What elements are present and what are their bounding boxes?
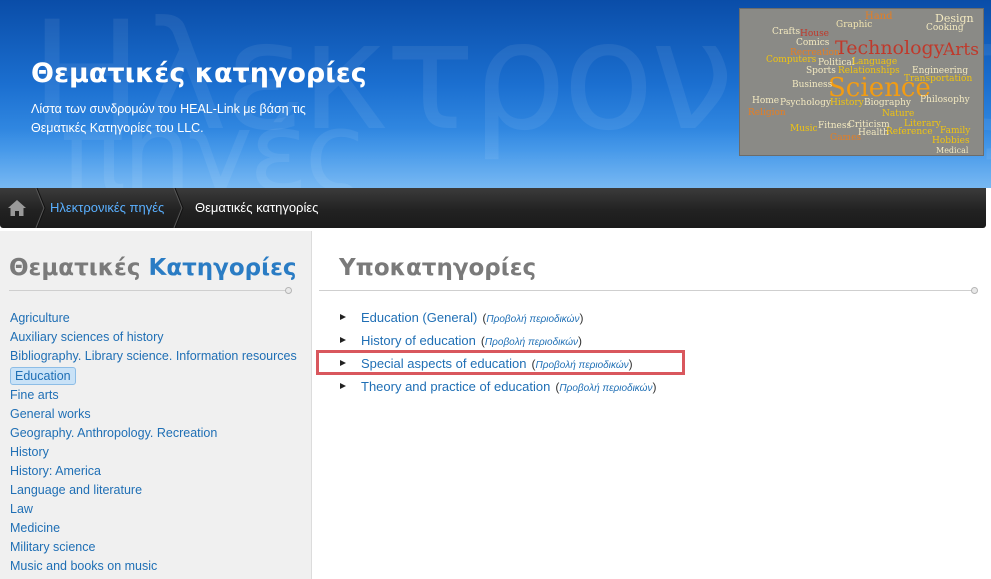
wordcloud-word: Medical [936,146,969,155]
wordcloud-word: Crafts [772,27,801,37]
wordcloud-word: Graphic [836,20,873,30]
category-item-label[interactable]: Education [10,367,76,385]
category-item[interactable]: Fine arts [10,386,300,405]
wordcloud-word: Music [790,124,818,134]
page-title: Θεματικές κατηγορίες [31,58,367,89]
subcategories-heading: Υποκατηγορίες [339,255,537,281]
category-item[interactable]: Geography. Anthropology. Recreation [10,424,300,443]
wordcloud-word: Religion [748,108,786,118]
subcategory-link[interactable]: Theory and practice of education [361,379,550,394]
category-item-selected[interactable]: Education [10,366,300,386]
divider [9,290,287,291]
category-item[interactable]: Law [10,500,300,519]
breadcrumb: Ηλεκτρονικές πηγές Θεματικές κατηγορίες [0,188,986,228]
view-journals-link[interactable]: Προβολή περιοδικών [486,314,579,325]
breadcrumb-link-electronic-sources[interactable]: Ηλεκτρονικές πηγές [50,200,164,215]
paren-close: ) [579,311,584,325]
bullet-arrow-icon [340,337,346,343]
category-item[interactable]: Medicine [10,519,300,538]
paren-close: ) [652,380,657,394]
wordcloud-word: Technology [835,37,945,59]
wordcloud-word: History [830,98,864,108]
site-header: Ηλεκτρονικές πηγές Θεματικές κατηγορίες … [0,0,991,188]
categories-heading: Θεματικές Κατηγορίες [9,255,297,281]
subcategory-link[interactable]: Education (General) [361,310,477,325]
wordcloud-word: Hand [865,11,893,22]
highlight-box [316,350,685,375]
wordcloud-word: Fitness [818,121,852,131]
wordcloud-word: Business [792,80,833,90]
categories-sidebar: Θεματικές Κατηγορίες Agriculture Auxiliar… [0,231,312,579]
paren-close: ) [578,334,583,348]
bullet-arrow-icon [340,314,346,320]
wordcloud-word: Psychology [780,98,831,108]
wordcloud-word: Family [940,126,971,136]
subcategory-item: Theory and practice of education (Προβολή… [340,377,656,400]
wordcloud-word: Games [830,133,862,143]
wordcloud-word: Biography [864,98,911,108]
category-item[interactable]: Music and books on music [10,557,300,576]
category-item[interactable]: Agriculture [10,309,300,328]
wordcloud-word: Philosophy [920,95,970,105]
divider [319,290,973,291]
wordcloud-word: Recreation [790,48,840,58]
category-item[interactable]: Military science [10,538,300,557]
category-item[interactable]: History [10,443,300,462]
category-item[interactable]: Auxiliary sciences of history [10,328,300,347]
wordcloud-word: Arts [943,40,979,60]
wordcloud-word: Nature [882,109,915,119]
home-button[interactable] [0,188,33,228]
wordcloud-word: Health [858,128,889,138]
home-icon [7,200,26,216]
view-journals-link[interactable]: Προβολή περιοδικών [485,337,578,348]
breadcrumb-separator [35,188,46,228]
wordcloud-word: Cooking [926,23,964,33]
divider-dot [971,287,978,294]
category-item[interactable]: History: America [10,462,300,481]
divider-dot [285,287,292,294]
category-item[interactable]: General works [10,405,300,424]
wordcloud-word: Reference [886,127,933,137]
categories-heading-part2: Κατηγορίες [148,255,297,281]
wordcloud-word: Home [752,96,780,106]
subject-word-cloud-image: Crafts House Graphic Hand Design Comics … [739,8,984,156]
breadcrumb-separator [173,188,184,228]
category-item[interactable]: Bibliography. Library science. Informati… [10,347,300,366]
categories-heading-part1: Θεματικές [9,255,141,281]
page-subtitle: Λίστα των συνδρομών του HEAL-Link με βάσ… [31,102,306,135]
breadcrumb-current: Θεματικές κατηγορίες [195,200,319,215]
bullet-arrow-icon [340,383,346,389]
wordcloud-word: Comics [796,38,830,48]
category-list: Agriculture Auxiliary sciences of histor… [10,309,300,576]
subcategory-item: Education (General) (Προβολή περιοδικών) [340,308,656,331]
subcategory-link[interactable]: History of education [361,333,476,348]
category-item[interactable]: Language and literature [10,481,300,500]
view-journals-link[interactable]: Προβολή περιοδικών [559,383,652,394]
wordcloud-word: Hobbies [932,136,970,146]
